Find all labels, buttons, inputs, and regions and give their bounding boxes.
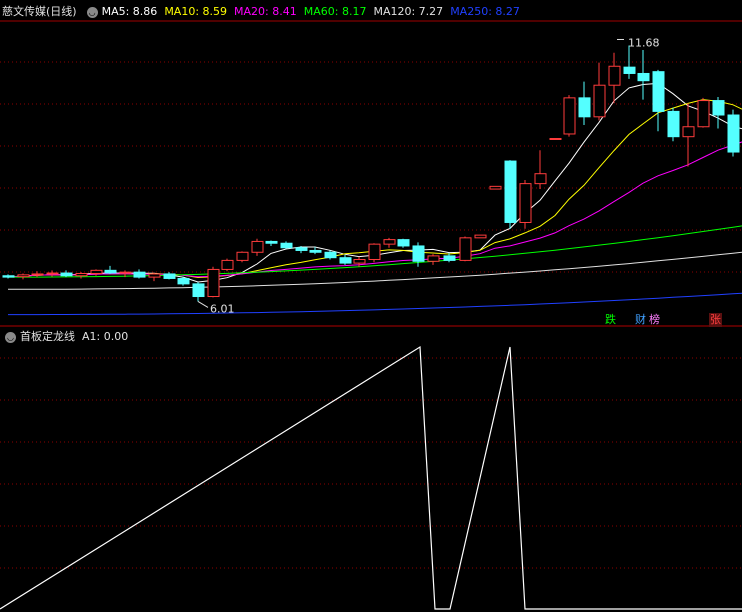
candle-body [578,97,591,118]
a1-indicator-line [0,345,742,610]
indicator-title: 首板定龙线 [20,330,75,343]
candle-body [280,242,293,249]
candle-body [383,239,396,245]
candle-body [623,66,636,74]
event-tag[interactable]: 张 [709,313,722,327]
candle-body [667,110,680,138]
candle-body [207,268,220,298]
candle-body [2,275,15,278]
candle-body [236,251,249,261]
indicator-value: A1: 0.00 [82,330,129,343]
candle-body [712,100,725,116]
candle-body [608,65,621,86]
ma-legend-item: MA120: 7.27 [373,5,444,18]
candle-body [412,245,425,262]
candle-body [133,271,146,278]
candle-body [459,237,472,261]
candle-body [60,272,73,277]
candle-body [309,249,322,253]
candle-body [682,126,695,138]
event-tag[interactable]: 财 [634,313,647,327]
candle-body [652,71,665,112]
candle-body [339,257,352,264]
main-header: 慈文传媒(日线) ◡ MA5: 8.86 MA10: 8.59 MA20: 8.41… [2,4,527,20]
candle-body [519,183,532,223]
candle-body [17,274,30,278]
candle-body [324,251,337,259]
candle-body [148,273,161,278]
ma-legend-item: MA10: 8.59 [164,5,228,18]
ma250-line [8,292,742,316]
candle-body [221,259,234,270]
candle-body [75,272,88,277]
candle-body [504,160,517,223]
candle-body [397,239,410,247]
candle-body [443,255,456,261]
candle-body [427,255,440,262]
candle-body [251,240,264,253]
candle-body [474,234,487,239]
stock-title: 慈文传媒(日线) [2,5,77,18]
candle-body [593,84,606,118]
candle-body [119,271,132,274]
candle-body [353,258,366,264]
candle-body [104,269,117,274]
event-tag[interactable]: 榜 [648,313,661,327]
candle-body [563,97,576,135]
candle-body [489,185,502,190]
candle-body [549,137,562,140]
candle-body [697,100,710,128]
toggle-icon[interactable]: ◡ [86,6,98,18]
event-tag[interactable]: 跌 [604,313,617,327]
candle-body [192,283,205,298]
ma-legend-item: MA60: 8.17 [303,5,367,18]
candle-body [368,243,381,260]
ma-legend-item: MA5: 8.86 [101,5,158,18]
candle-body [727,114,740,153]
ma-list: MA5: 8.86 MA10: 8.59 MA20: 8.41 MA60: 8.17 M… [102,4,527,20]
ma-legend-item: MA250: 8.27 [450,5,520,18]
candle-body [295,247,308,251]
candle-body [637,72,650,82]
candle-body [31,273,44,276]
high-price-label: 11.68 [628,36,660,49]
low-price-label: 6.01 [210,302,235,315]
candle-body [534,173,547,185]
chart-svg: 11.68 6.01 [0,20,742,610]
sub-header: ◡ 首板定龙线 A1: 0.00 [2,329,135,345]
candle-body [46,272,59,275]
candle-body [90,269,103,274]
candle-body [163,273,176,279]
ma-legend-item: MA20: 8.41 [234,5,297,18]
toggle-icon[interactable]: ◡ [5,331,16,343]
candle-body [265,240,278,244]
low-pointer [197,301,209,308]
candle-body [177,277,190,285]
